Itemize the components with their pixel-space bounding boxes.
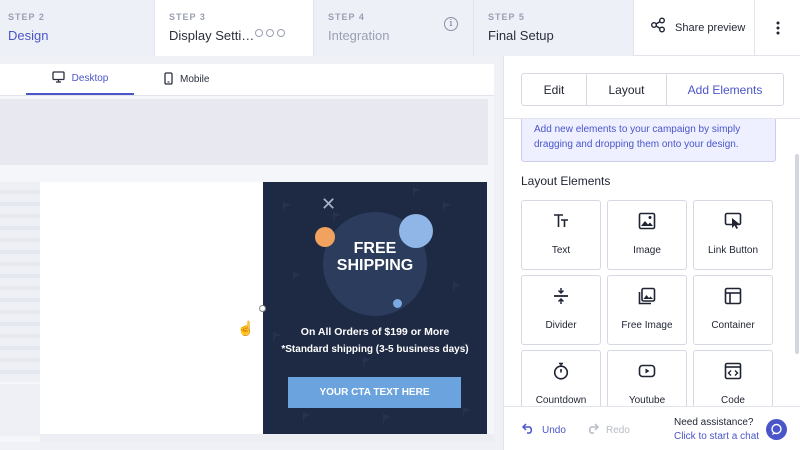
panel-tabs: Edit Layout Add Elements: [521, 73, 784, 106]
redo-button[interactable]: Redo: [586, 423, 630, 437]
element-label: Code: [721, 395, 745, 406]
undo-label: Undo: [542, 424, 566, 436]
step-final-setup[interactable]: STEP 5 Final Setup: [474, 0, 634, 56]
code-icon: [694, 362, 772, 385]
progress-dots-icon: [255, 29, 285, 37]
panel-scrollbar[interactable]: [795, 154, 799, 354]
hand-cursor-icon: ☝: [237, 320, 255, 336]
divider-icon: [522, 287, 600, 310]
youtube-icon: [608, 362, 686, 385]
element-label: Divider: [545, 320, 577, 331]
element-label: Free Image: [621, 320, 673, 331]
element-label: Image: [633, 245, 661, 256]
container-icon: [694, 287, 772, 310]
resize-handle[interactable]: [259, 305, 266, 312]
share-preview-label: Share preview: [675, 21, 746, 34]
step-number: STEP 5: [488, 12, 525, 22]
canvas-bottom-strip: [40, 434, 494, 442]
undo-button[interactable]: Undo: [521, 423, 566, 437]
blue-dot: [393, 299, 402, 308]
redo-label: Redo: [606, 424, 630, 436]
info-message: Add new elements to your campaign by sim…: [521, 119, 776, 162]
device-switcher: Desktop Mobile: [0, 64, 494, 96]
step-display-settings[interactable]: STEP 3 Display Settin...: [155, 0, 314, 56]
element-countdown[interactable]: Countdown: [521, 350, 601, 406]
free-image-icon: [608, 287, 686, 310]
stopwatch-icon: [522, 362, 600, 385]
step-title: Display Settin...: [169, 28, 257, 43]
step-title: Design: [8, 28, 49, 43]
element-container[interactable]: Container: [693, 275, 773, 345]
popup-right-panel[interactable]: ✕ FREE SHIPPING On All Orders of $199 or…: [263, 182, 487, 434]
tab-desktop[interactable]: Desktop: [26, 64, 134, 95]
element-label: Countdown: [535, 395, 587, 406]
mobile-icon: [164, 71, 173, 88]
element-label: Link Button: [707, 245, 759, 256]
step-bar: STEP 2 Design STEP 3 Display Settin... S…: [0, 0, 800, 56]
tab-layout[interactable]: Layout: [587, 74, 667, 105]
headline-line-1: FREE: [353, 240, 397, 257]
tab-label: Desktop: [71, 73, 109, 84]
element-youtube[interactable]: Youtube: [607, 350, 687, 406]
page-background-block: [0, 99, 488, 165]
step-number: STEP 3: [169, 12, 206, 22]
close-icon[interactable]: ✕: [321, 194, 336, 215]
text-icon: [522, 212, 600, 235]
element-label: Container: [711, 320, 755, 331]
element-code[interactable]: Code: [693, 350, 773, 406]
share-preview-button[interactable]: Share preview: [634, 0, 755, 55]
tab-edit[interactable]: Edit: [522, 74, 587, 105]
start-chat-link[interactable]: Click to start a chat: [674, 431, 759, 442]
panel-footer: Undo Redo Need assistance? Click to star…: [504, 406, 800, 450]
element-divider[interactable]: Divider: [521, 275, 601, 345]
tab-label: Mobile: [180, 74, 210, 85]
chat-icon[interactable]: [766, 419, 787, 440]
tab-mobile[interactable]: Mobile: [164, 64, 209, 95]
element-label: Youtube: [628, 395, 666, 406]
share-icon: [650, 17, 666, 38]
more-options-icon[interactable]: [755, 0, 800, 55]
desktop-icon: [52, 71, 65, 86]
shipping-note[interactable]: *Standard shipping (3-5 business days): [263, 344, 487, 355]
element-text[interactable]: Text: [521, 200, 601, 270]
element-label: Text: [551, 245, 571, 256]
assist-title: Need assistance?: [674, 417, 754, 428]
redo-icon: [586, 423, 600, 437]
element-image[interactable]: Image: [607, 200, 687, 270]
popup-left-panel[interactable]: [40, 182, 263, 434]
step-title: Final Setup: [488, 28, 554, 43]
tab-add-elements[interactable]: Add Elements: [667, 74, 783, 105]
step-integration[interactable]: STEP 4 Integration i: [314, 0, 474, 56]
link-button-icon: [694, 212, 772, 235]
page-background-lines: [0, 182, 40, 382]
undo-icon: [521, 423, 535, 437]
page-background-block: [0, 384, 40, 436]
headline-line-2: SHIPPING: [336, 257, 414, 274]
cta-button[interactable]: YOUR CTA TEXT HERE: [288, 377, 461, 408]
section-title: Layout Elements: [521, 174, 611, 188]
element-free-image[interactable]: Free Image: [607, 275, 687, 345]
elements-scroll-area[interactable]: Add new elements to your campaign by sim…: [504, 118, 800, 406]
editor-panel: Edit Layout Add Elements Add new element…: [503, 56, 800, 450]
info-icon[interactable]: i: [444, 17, 458, 31]
step-design[interactable]: STEP 2 Design: [0, 0, 155, 56]
element-link-button[interactable]: Link Button: [693, 200, 773, 270]
step-number: STEP 2: [8, 12, 45, 22]
design-canvas[interactable]: Desktop Mobile ✕ FREE SHIPPING On All Or…: [0, 64, 494, 442]
offer-text[interactable]: On All Orders of $199 or More: [263, 326, 487, 338]
popup-headline[interactable]: FREE SHIPPING: [323, 240, 427, 274]
image-icon: [608, 212, 686, 235]
